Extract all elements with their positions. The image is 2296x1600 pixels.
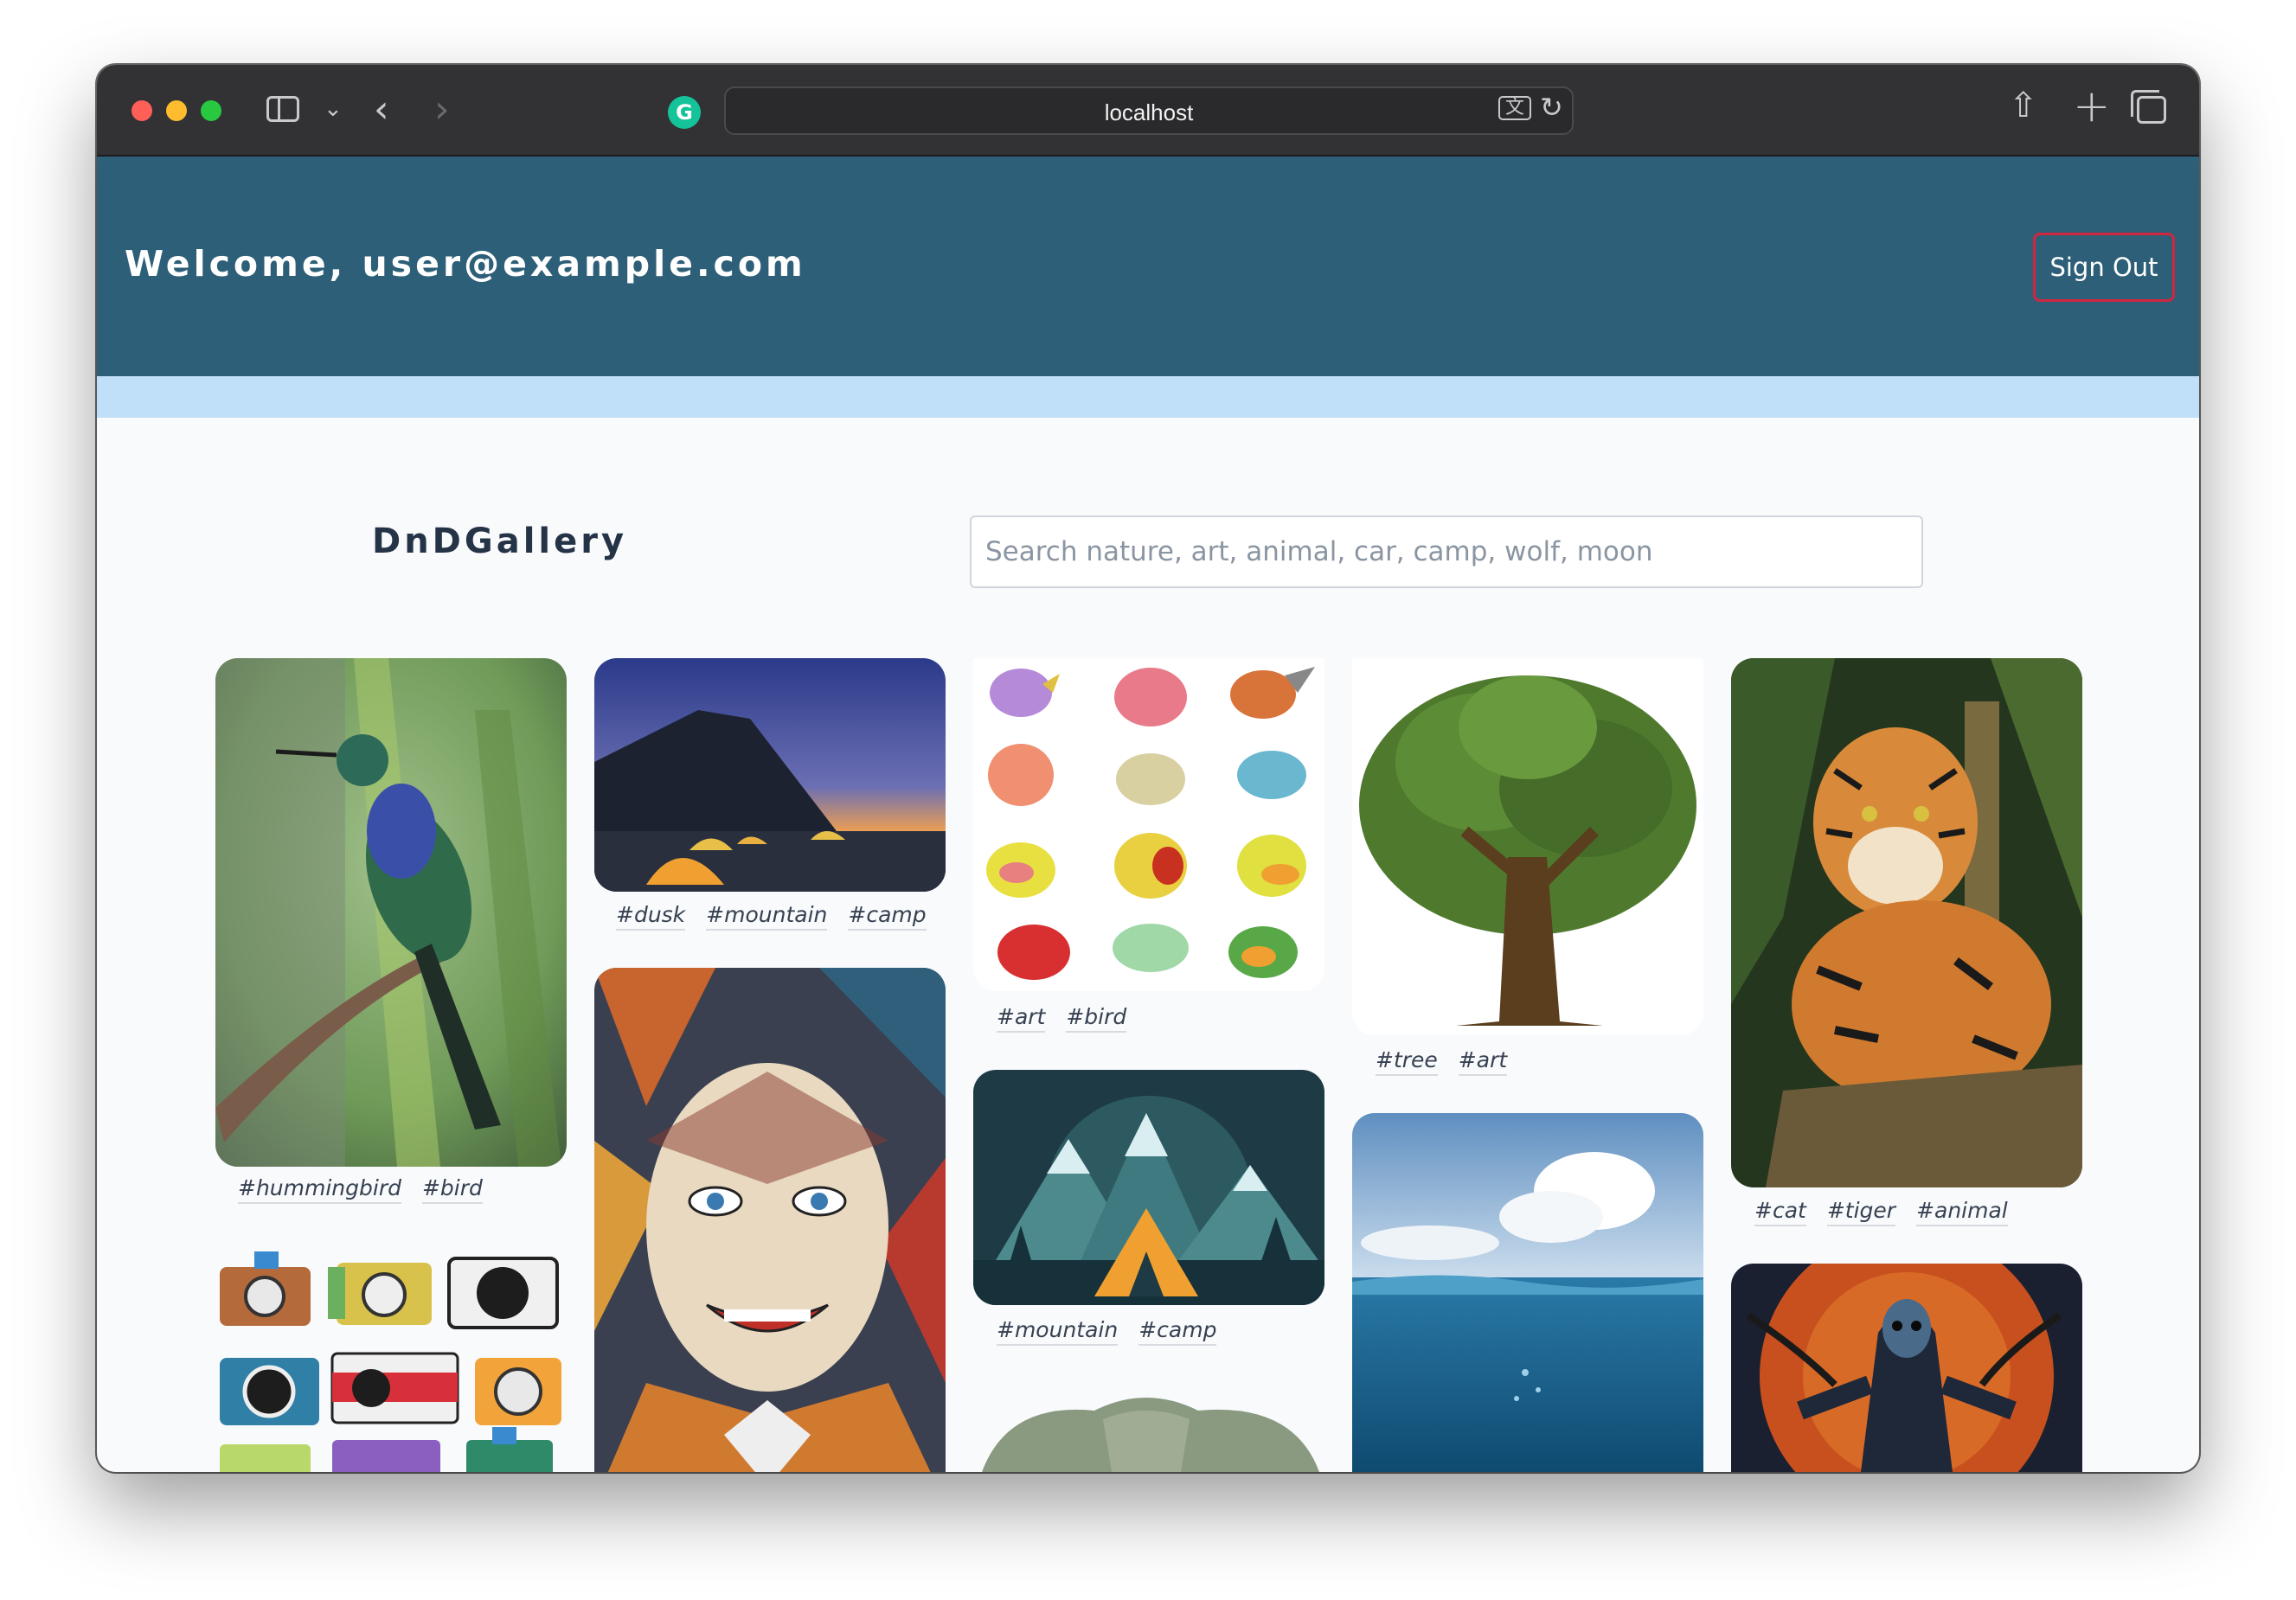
address-bar[interactable]: localhost <box>724 86 1574 135</box>
tag-list: #mountain #camp <box>997 1317 1217 1346</box>
tag[interactable]: #bird <box>1066 1004 1127 1033</box>
gallery-card-hummingbird[interactable] <box>215 658 567 1167</box>
tag[interactable]: #camp <box>1138 1317 1217 1346</box>
forward-icon[interactable]: › <box>434 87 450 131</box>
translate-icon[interactable]: 文 <box>1498 96 1531 120</box>
close-window-button[interactable] <box>131 100 152 121</box>
header-subbar <box>97 376 2199 418</box>
tag[interactable]: #tree <box>1376 1047 1438 1076</box>
gallery-card-dusk-camp[interactable] <box>594 658 946 892</box>
browser-window: ⌄ ‹ › G localhost 文 ↻ ⇧ + Welcome, user@… <box>97 65 2199 1472</box>
tab-overview-icon[interactable] <box>2131 90 2166 124</box>
tag-list: #hummingbird #bird <box>238 1175 483 1204</box>
sign-out-button[interactable]: Sign Out <box>2033 233 2175 302</box>
reload-icon[interactable]: ↻ <box>1540 91 1563 124</box>
gallery-card-tiger[interactable] <box>1731 658 2082 1187</box>
sidebar-icon[interactable] <box>266 96 299 122</box>
tag[interactable]: #dusk <box>616 902 686 931</box>
tag-list: #cat #tiger #animal <box>1754 1198 2008 1226</box>
tag[interactable]: #hummingbird <box>238 1175 401 1204</box>
gallery-card-tree[interactable] <box>1352 658 1703 1035</box>
search-input[interactable] <box>970 515 1923 588</box>
tag[interactable]: #cat <box>1754 1198 1806 1226</box>
url-text: localhost <box>1104 99 1194 125</box>
new-tab-icon[interactable]: + <box>2073 80 2111 132</box>
minimize-window-button[interactable] <box>166 100 187 121</box>
gallery-card-grim-reaper[interactable] <box>1731 1264 2082 1472</box>
chevron-down-icon[interactable]: ⌄ <box>324 96 343 122</box>
share-icon[interactable]: ⇧ <box>2009 86 2038 125</box>
grammarly-icon[interactable]: G <box>668 96 701 129</box>
tag-list: #tree #art <box>1376 1047 1508 1076</box>
tag[interactable]: #bird <box>421 1175 483 1204</box>
tag-list: #dusk #mountain #camp <box>616 902 927 931</box>
tag[interactable]: #tiger <box>1826 1198 1896 1226</box>
gallery-card-elephant[interactable] <box>973 1385 1324 1472</box>
tag[interactable]: #mountain <box>997 1317 1119 1346</box>
browser-toolbar: ⌄ ‹ › G localhost 文 ↻ ⇧ + <box>97 65 2199 157</box>
gallery-card-cubist-face[interactable] <box>594 968 946 1472</box>
zoom-window-button[interactable] <box>201 100 221 121</box>
tag[interactable]: #art <box>997 1004 1046 1033</box>
welcome-text: Welcome, user@example.com <box>125 243 806 285</box>
gallery-card-ocean[interactable] <box>1352 1113 1703 1472</box>
app-header: Welcome, user@example.com Sign Out <box>97 157 2199 376</box>
tag[interactable]: #mountain <box>706 902 828 931</box>
back-icon[interactable]: ‹ <box>374 87 389 131</box>
gallery-card-cartoon-birds[interactable] <box>973 658 1324 991</box>
tag[interactable]: #art <box>1458 1047 1508 1076</box>
tag-list: #art #bird <box>997 1004 1127 1033</box>
tag[interactable]: #camp <box>848 902 927 931</box>
page-title: DnDGallery <box>372 522 628 561</box>
gallery-card-tent-illustration[interactable] <box>973 1070 1324 1305</box>
tag[interactable]: #animal <box>1916 1198 2008 1226</box>
gallery-card-cameras[interactable] <box>215 1241 567 1472</box>
